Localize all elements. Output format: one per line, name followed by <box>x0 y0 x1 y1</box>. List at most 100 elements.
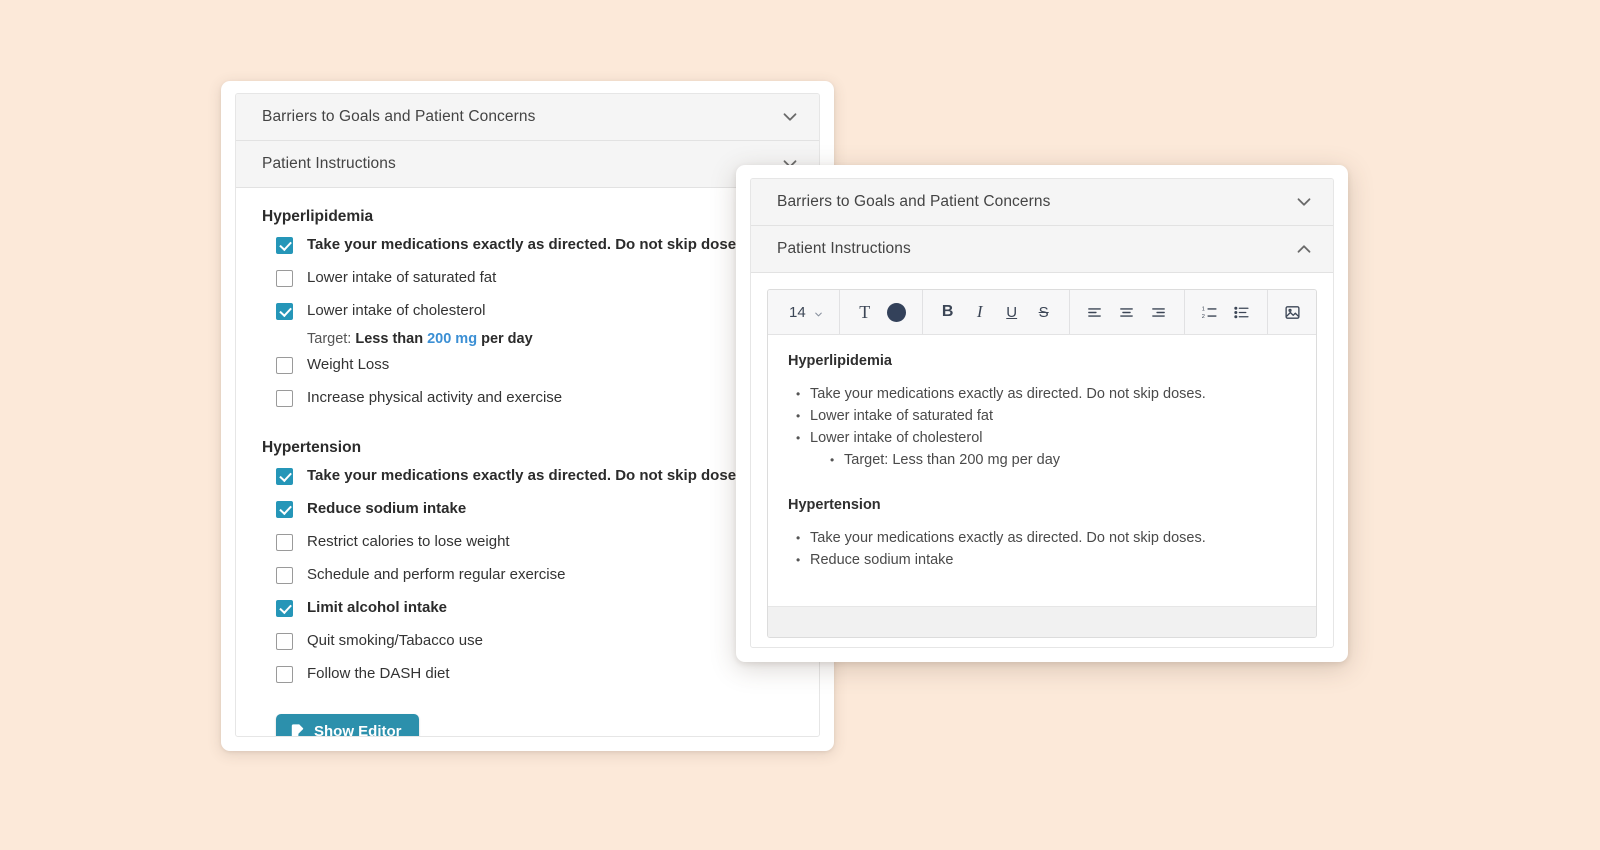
checkbox-label: Limit alcohol intake <box>307 599 448 616</box>
chevron-up-icon[interactable] <box>1293 238 1315 260</box>
checkbox-row[interactable]: Take your medications exactly as directe… <box>262 235 793 262</box>
toolbar-group-lists: 1 2 <box>1185 290 1268 334</box>
checkbox-row[interactable]: Lower intake of saturated fat <box>262 268 793 295</box>
editor-heading-hypertension: Hypertension <box>788 497 881 513</box>
modal-accordion-title-barriers: Barriers to Goals and Patient Concerns <box>777 193 1051 210</box>
align-center-icon[interactable] <box>1111 297 1143 327</box>
chevron-down-icon[interactable] <box>779 106 801 128</box>
editor-list-item: Take your medications exactly as directe… <box>788 383 1296 405</box>
checkbox-label: Quit smoking/Tabacco use <box>307 632 483 649</box>
editor-list-item: Reduce sodium intake <box>788 549 1296 571</box>
checkbox-checked-icon[interactable] <box>276 237 293 254</box>
checkbox-target-note: Target: Less than 200 mg per day <box>262 329 793 349</box>
checkbox-row[interactable]: Take your medications exactly as directe… <box>262 466 793 493</box>
editor-heading-hyperlipidemia: Hyperlipidemia <box>788 353 892 369</box>
checkbox-unchecked-icon[interactable] <box>276 270 293 287</box>
editor-status-bar <box>768 606 1316 637</box>
checkbox-row[interactable]: Quit smoking/Tabacco use <box>262 631 793 658</box>
toolbar-group-align <box>1070 290 1185 334</box>
underline-icon[interactable]: U <box>996 297 1028 327</box>
checkbox-label: Schedule and perform regular exercise <box>307 566 566 583</box>
checkbox-unchecked-icon[interactable] <box>276 666 293 683</box>
target-note-lead: Target: <box>307 331 356 347</box>
svg-text:2: 2 <box>1202 314 1205 320</box>
ordered-list-icon[interactable]: 1 2 <box>1194 297 1226 327</box>
editor-list-hyperlipidemia: Take your medications exactly as directe… <box>788 383 1296 471</box>
checkbox-label: Take your medications exactly as directe… <box>307 467 749 484</box>
accordion-header-barriers[interactable]: Barriers to Goals and Patient Concerns <box>236 94 819 141</box>
target-note-bold-after: per day <box>477 331 533 347</box>
show-editor-button[interactable]: Show Editor <box>276 714 419 737</box>
accordion-title-patient-instructions: Patient Instructions <box>262 155 396 172</box>
toolbar-group-formatting: B I U S <box>923 290 1070 334</box>
font-size-value: 14 <box>789 303 806 321</box>
checkbox-row[interactable]: Follow the DASH diet <box>262 664 793 691</box>
color-swatch-icon[interactable] <box>881 297 913 327</box>
bold-icon[interactable]: B <box>932 297 964 327</box>
editor-toolbar: 14 T B I U S 1 2 <box>768 290 1316 335</box>
chevron-down-icon <box>813 307 824 318</box>
checkbox-checked-icon[interactable] <box>276 303 293 320</box>
checkbox-label: Lower intake of cholesterol <box>307 302 486 319</box>
current-color-swatch <box>887 302 907 322</box>
checkbox-label: Reduce sodium intake <box>307 500 467 517</box>
editor-list-hypertension: Take your medications exactly as directe… <box>788 527 1296 571</box>
show-editor-button-label: Show Editor <box>314 723 402 737</box>
toolbar-group-fontsize: 14 <box>772 290 840 334</box>
checkbox-label: Follow the DASH diet <box>307 665 450 682</box>
editor-list-item: Lower intake of cholesterol <box>788 427 1296 449</box>
checkbox-unchecked-icon[interactable] <box>276 633 293 650</box>
toolbar-group-insert <box>1268 290 1316 334</box>
chevron-down-icon[interactable] <box>1293 191 1315 213</box>
svg-text:1: 1 <box>1202 306 1205 312</box>
editor-modal: Barriers to Goals and Patient Concerns P… <box>736 165 1348 662</box>
modal-accordion-header-barriers[interactable]: Barriers to Goals and Patient Concerns <box>751 179 1333 226</box>
accordion-title-barriers: Barriers to Goals and Patient Concerns <box>262 108 536 125</box>
text-format-icon[interactable]: T <box>849 297 881 327</box>
checkbox-label: Increase physical activity and exercise <box>307 389 563 406</box>
checkbox-row[interactable]: Restrict calories to lose weight <box>262 532 793 559</box>
checkbox-label: Weight Loss <box>307 356 390 373</box>
checkbox-label: Take your medications exactly as directe… <box>307 236 749 253</box>
target-note-highlight: 200 mg <box>427 331 478 347</box>
checkbox-row[interactable]: Limit alcohol intake <box>262 598 793 625</box>
link-icon[interactable] <box>1309 297 1316 327</box>
modal-accordion-header-patient-instructions[interactable]: Patient Instructions <box>751 226 1333 273</box>
toolbar-group-textstyle: T <box>840 290 923 334</box>
align-left-icon[interactable] <box>1079 297 1111 327</box>
checkbox-unchecked-icon[interactable] <box>276 357 293 374</box>
image-icon[interactable] <box>1277 297 1309 327</box>
editor-content[interactable]: Hyperlipidemia Take your medications exa… <box>768 335 1316 606</box>
checkbox-checked-icon[interactable] <box>276 468 293 485</box>
italic-icon[interactable]: I <box>964 297 996 327</box>
section-title-hyperlipidemia: Hyperlipidemia <box>262 208 374 225</box>
section-title-hypertension: Hypertension <box>262 439 362 456</box>
checkbox-label: Lower intake of saturated fat <box>307 269 497 286</box>
checkbox-checked-icon[interactable] <box>276 501 293 518</box>
checkbox-checked-icon[interactable] <box>276 600 293 617</box>
background-panel-inner: Barriers to Goals and Patient Concerns P… <box>235 93 820 737</box>
screen: Barriers to Goals and Patient Concerns P… <box>0 0 1600 850</box>
checkbox-row[interactable]: Schedule and perform regular exercise <box>262 565 793 592</box>
checkbox-row[interactable]: Lower intake of cholesterol <box>262 301 793 328</box>
checkbox-unchecked-icon[interactable] <box>276 567 293 584</box>
document-edit-icon <box>289 723 306 736</box>
editor-list-item-nested: Target: Less than 200 mg per day <box>788 449 1296 471</box>
checkbox-unchecked-icon[interactable] <box>276 390 293 407</box>
editor-modal-inner: Barriers to Goals and Patient Concerns P… <box>750 178 1334 648</box>
accordion-body-patient-instructions: Hyperlipidemia Take your medications exa… <box>236 188 819 737</box>
checkbox-label: Restrict calories to lose weight <box>307 533 510 550</box>
bullet-list-icon[interactable] <box>1226 297 1258 327</box>
editor-list-item: Lower intake of saturated fat <box>788 405 1296 427</box>
editor-list-item: Take your medications exactly as directe… <box>788 527 1296 549</box>
modal-accordion-title-patient-instructions: Patient Instructions <box>777 240 911 257</box>
checkbox-row[interactable]: Increase physical activity and exercise <box>262 388 793 415</box>
accordion-header-patient-instructions[interactable]: Patient Instructions <box>236 141 819 188</box>
target-note-bold-before: Less than <box>355 331 428 347</box>
checkbox-unchecked-icon[interactable] <box>276 534 293 551</box>
font-size-select[interactable]: 14 <box>781 304 830 321</box>
checkbox-row[interactable]: Weight Loss <box>262 355 793 382</box>
checkbox-row[interactable]: Reduce sodium intake <box>262 499 793 526</box>
strikethrough-icon[interactable]: S <box>1028 297 1060 327</box>
align-right-icon[interactable] <box>1143 297 1175 327</box>
